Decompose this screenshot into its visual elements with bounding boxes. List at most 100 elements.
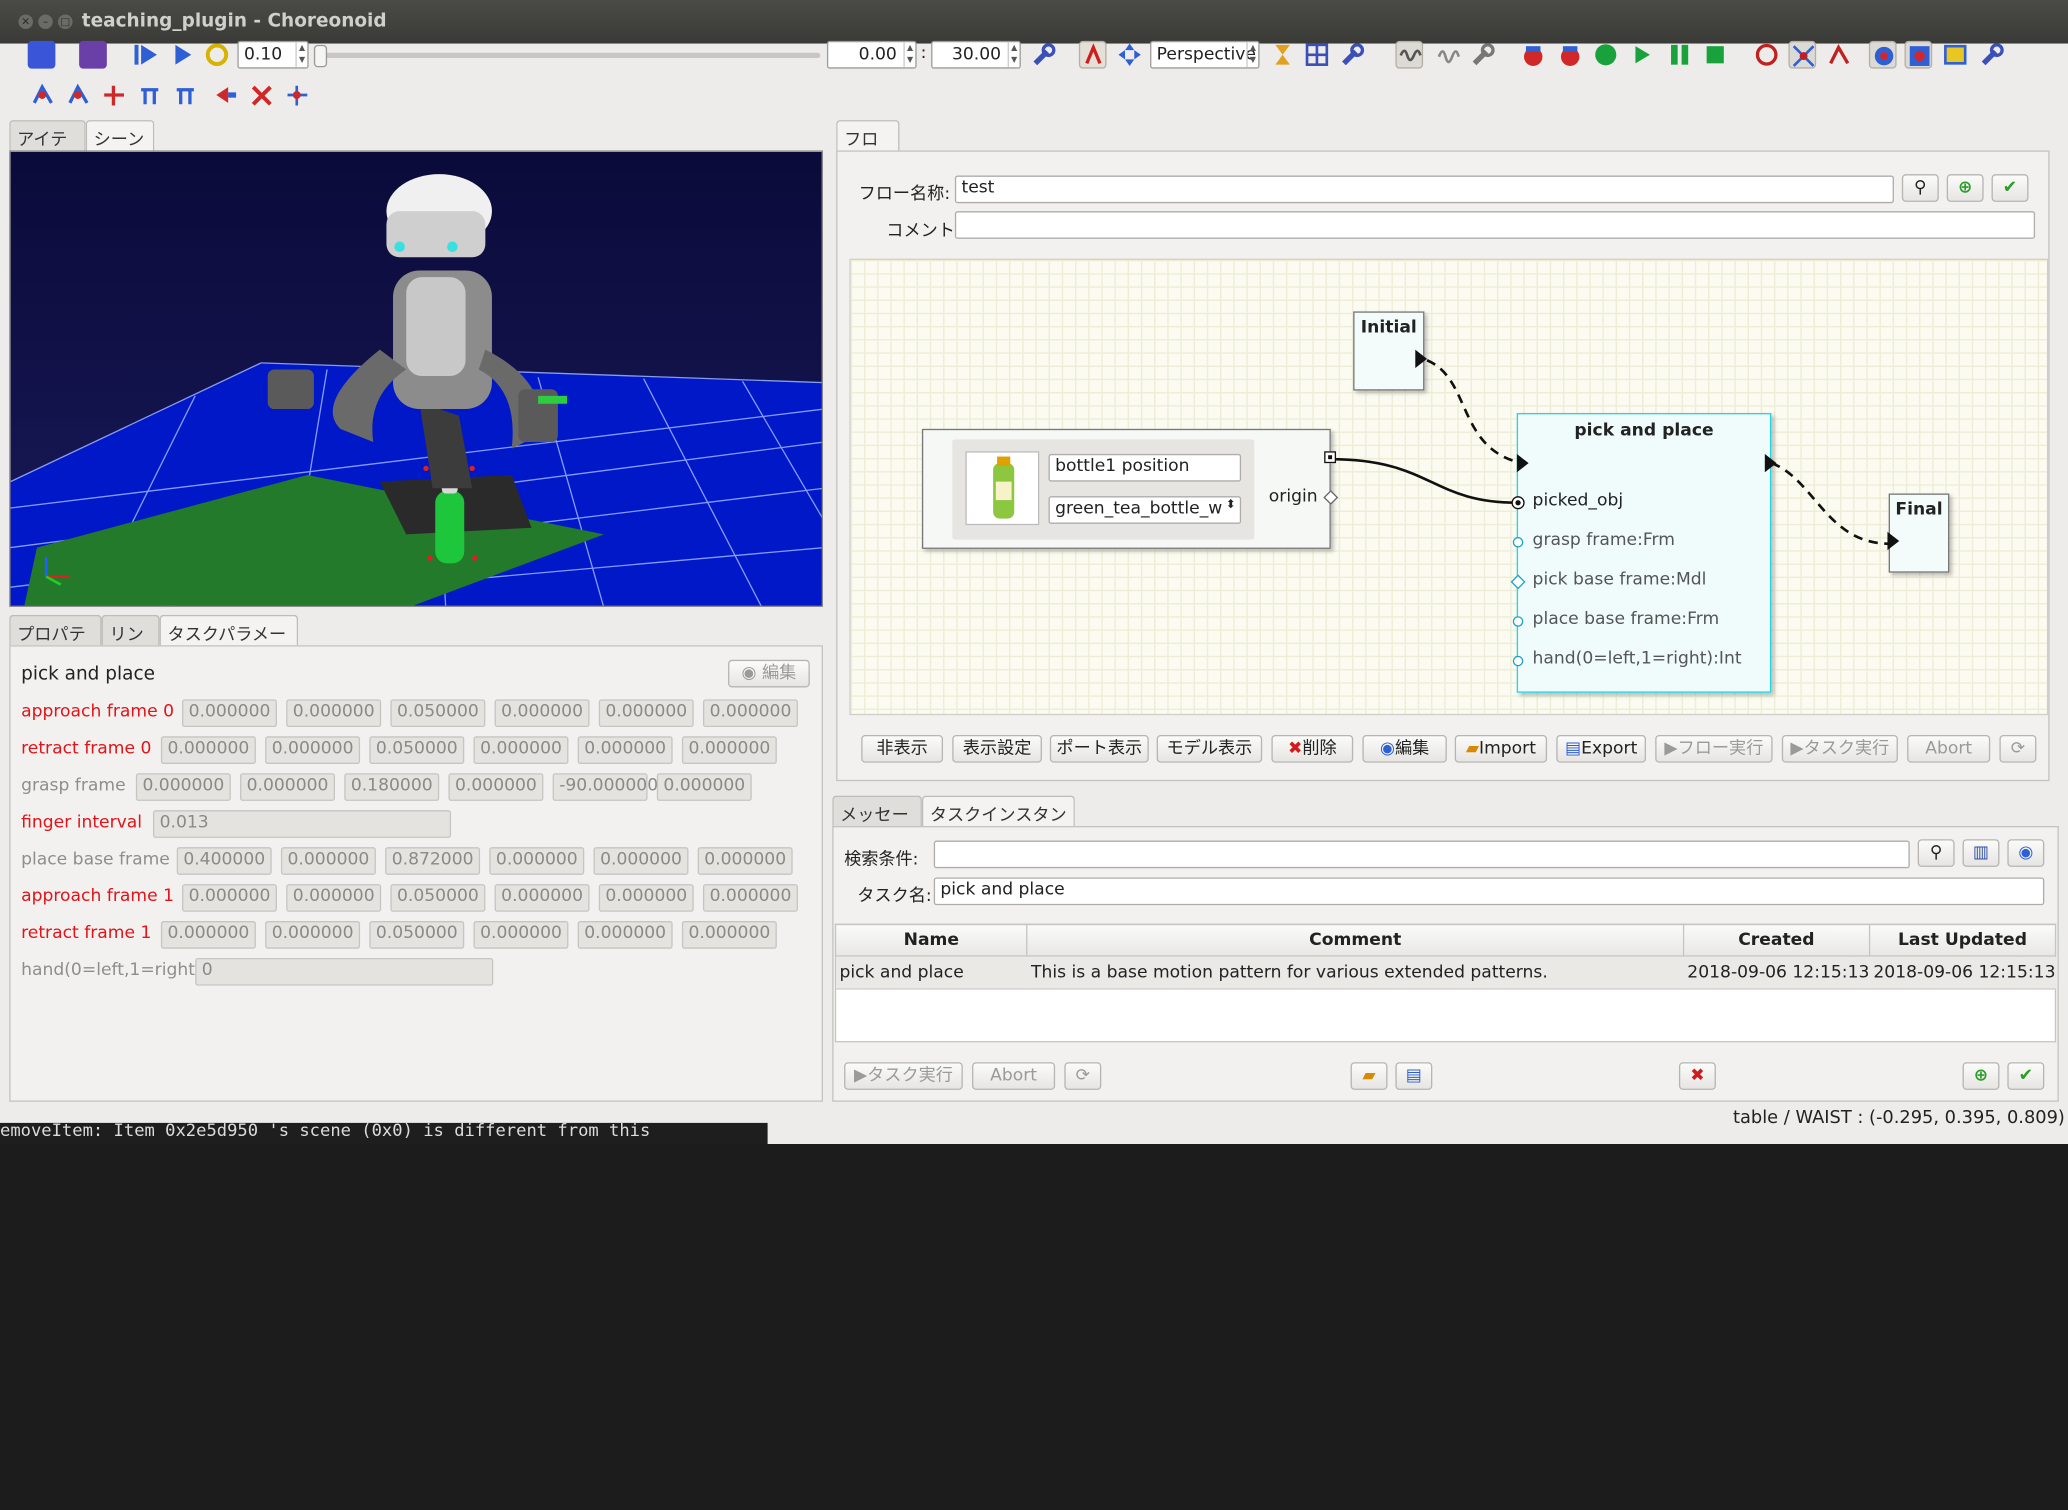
param-value-field[interactable]: 0.000000 — [593, 847, 689, 875]
flow-reload-button[interactable]: ⟳ — [1999, 734, 2037, 763]
param-value-field[interactable]: 0 — [195, 957, 494, 986]
flow-edit-button[interactable]: ◉編集 — [1362, 734, 1447, 763]
sim-pause-icon[interactable] — [1666, 41, 1694, 69]
param-value-field[interactable]: 0.000000 — [265, 736, 361, 764]
param-value-field[interactable]: 0.000000 — [473, 921, 569, 949]
sim-step-icon[interactable] — [1592, 41, 1620, 69]
param-value-field[interactable]: 0.000000 — [697, 847, 793, 875]
col-last-updated[interactable]: Last Updated — [1868, 923, 2057, 957]
tab-message[interactable]: メッセージ — [832, 795, 922, 851]
close-window-icon[interactable]: ✕ — [18, 14, 33, 30]
col-comment[interactable]: Comment — [1026, 923, 1685, 957]
instance-save-button[interactable]: ▤ — [1395, 1062, 1433, 1090]
instance-reload-button[interactable]: ⟳ — [1064, 1062, 1102, 1090]
play-icon[interactable] — [169, 41, 197, 69]
edit-mode-icon[interactable] — [1078, 40, 1107, 69]
instance-abort-button[interactable]: Abort — [972, 1062, 1056, 1090]
fk-icon[interactable] — [1825, 41, 1853, 69]
param-value-field[interactable]: -90.000000 — [552, 773, 658, 801]
pose-original-icon[interactable] — [29, 82, 57, 110]
param-value-field[interactable]: 0.013 — [152, 810, 452, 838]
param-value-field[interactable]: 0.050000 — [369, 921, 465, 949]
collision-icon[interactable] — [1868, 40, 1897, 69]
pose-paste-icon[interactable] — [171, 82, 199, 110]
instance-run-task-button[interactable]: ▶タスク実行 — [844, 1062, 963, 1090]
flow-node-final[interactable]: Final — [1887, 493, 1950, 573]
body-wrench-icon[interactable] — [1978, 41, 2006, 69]
flow-save-button[interactable]: ✔ — [1991, 174, 2029, 202]
tab-task-param[interactable]: タスクパラメータ — [159, 614, 299, 670]
pose-init-icon[interactable] — [65, 82, 93, 110]
model-position-input[interactable]: bottle1 position — [1048, 453, 1242, 482]
param-value-field[interactable]: 0.000000 — [182, 699, 277, 728]
delete-button[interactable]: ✖削除 — [1271, 734, 1354, 763]
import-button[interactable]: ▰Import — [1454, 734, 1548, 763]
wave-alt-icon[interactable] — [1435, 41, 1463, 69]
pose-right-icon[interactable] — [248, 82, 276, 110]
param-value-field[interactable]: 0.000000 — [656, 773, 752, 801]
flow-node-initial[interactable]: Initial — [1353, 311, 1428, 391]
param-value-field[interactable]: 0.000000 — [286, 884, 382, 912]
instance-delete-button[interactable]: ✖ — [1678, 1062, 1716, 1090]
hide-button[interactable]: 非表示 — [861, 734, 944, 763]
param-value-field[interactable]: 0.000000 — [494, 699, 590, 728]
instance-search-button[interactable]: ⚲ — [1917, 839, 1955, 867]
param-value-field[interactable]: 0.400000 — [176, 847, 272, 875]
export-button[interactable]: ▤Export — [1556, 734, 1646, 763]
maximize-window-icon[interactable]: □ — [58, 14, 73, 30]
instance-refresh-button[interactable]: ◉ — [2007, 839, 2045, 867]
port-hand[interactable] — [1512, 655, 1524, 667]
pose-copy-icon[interactable] — [136, 82, 164, 110]
col-name[interactable]: Name — [834, 923, 1028, 957]
model-select[interactable]: green_tea_bottle_w ⬍ — [1048, 496, 1242, 524]
port-place-base-frame[interactable] — [1512, 616, 1524, 627]
refresh-icon[interactable] — [203, 41, 231, 69]
tab-task-instance[interactable]: タスクインスタンス — [921, 795, 1075, 851]
grid-icon[interactable] — [1303, 41, 1331, 69]
sim-start-icon[interactable] — [1519, 41, 1547, 69]
task-name-input[interactable]: pick and place — [933, 877, 2045, 906]
param-value-field[interactable]: 0.000000 — [702, 699, 798, 728]
scene-wrench-icon[interactable] — [1339, 41, 1367, 69]
col-created[interactable]: Created — [1682, 923, 1871, 957]
port-picked-obj[interactable] — [1511, 496, 1525, 510]
tab-flow[interactable]: フロー — [836, 120, 900, 175]
param-value-field[interactable]: 0.000000 — [681, 921, 777, 949]
sim-restart-icon[interactable] — [1556, 41, 1584, 69]
instance-open-button[interactable]: ▰ — [1350, 1062, 1388, 1090]
param-value-field[interactable]: 0.000000 — [160, 736, 256, 764]
ik-icon[interactable] — [1788, 40, 1817, 69]
zmp-icon[interactable] — [1904, 40, 1933, 69]
flow-canvas[interactable]: Initial Final bottle1 position green_tea… — [849, 258, 2049, 716]
load-project-icon[interactable] — [27, 40, 56, 69]
flow-search-button[interactable]: ⚲ — [1901, 174, 1939, 202]
abort-button[interactable]: Abort — [1907, 734, 1991, 763]
param-value-field[interactable]: 0.872000 — [385, 847, 481, 875]
end-time-spinbox[interactable]: 30.00 ▲ ▼ — [931, 40, 1021, 69]
param-value-field[interactable]: 0.000000 — [598, 699, 694, 728]
search-input[interactable] — [933, 840, 1910, 869]
view-move-icon[interactable] — [1116, 41, 1144, 69]
run-flow-button[interactable]: ▶フロー実行 — [1655, 734, 1773, 763]
play-from-start-icon[interactable] — [132, 41, 160, 69]
pose-left-icon[interactable] — [212, 82, 240, 110]
param-value-field[interactable]: 0.050000 — [369, 736, 465, 764]
pose-flip-icon[interactable] — [100, 82, 128, 110]
param-value-field[interactable]: 0.000000 — [702, 884, 798, 912]
param-value-field[interactable]: 0.000000 — [448, 773, 544, 801]
time-slider-handle[interactable] — [313, 44, 328, 68]
param-value-field[interactable]: 0.000000 — [577, 921, 673, 949]
instance-confirm-button[interactable]: ✔ — [2007, 1062, 2045, 1090]
tab-items[interactable]: アイテム — [9, 120, 86, 175]
param-edit-button[interactable]: ◉ 編集 — [728, 659, 810, 688]
model-out-port[interactable] — [1324, 451, 1337, 464]
instance-add-button[interactable]: ⊕ — [1962, 1062, 2000, 1090]
wrench-icon[interactable] — [1030, 41, 1058, 69]
param-value-field[interactable]: 0.050000 — [390, 699, 486, 728]
tab-link[interactable]: リンク — [101, 614, 160, 670]
sim-play-icon[interactable] — [1629, 41, 1657, 69]
param-value-field[interactable]: 0.000000 — [494, 884, 590, 912]
param-value-field[interactable]: 0.000000 — [286, 699, 382, 728]
param-value-field[interactable]: 0.000000 — [160, 921, 256, 949]
param-value-field[interactable]: 0.000000 — [577, 736, 673, 764]
